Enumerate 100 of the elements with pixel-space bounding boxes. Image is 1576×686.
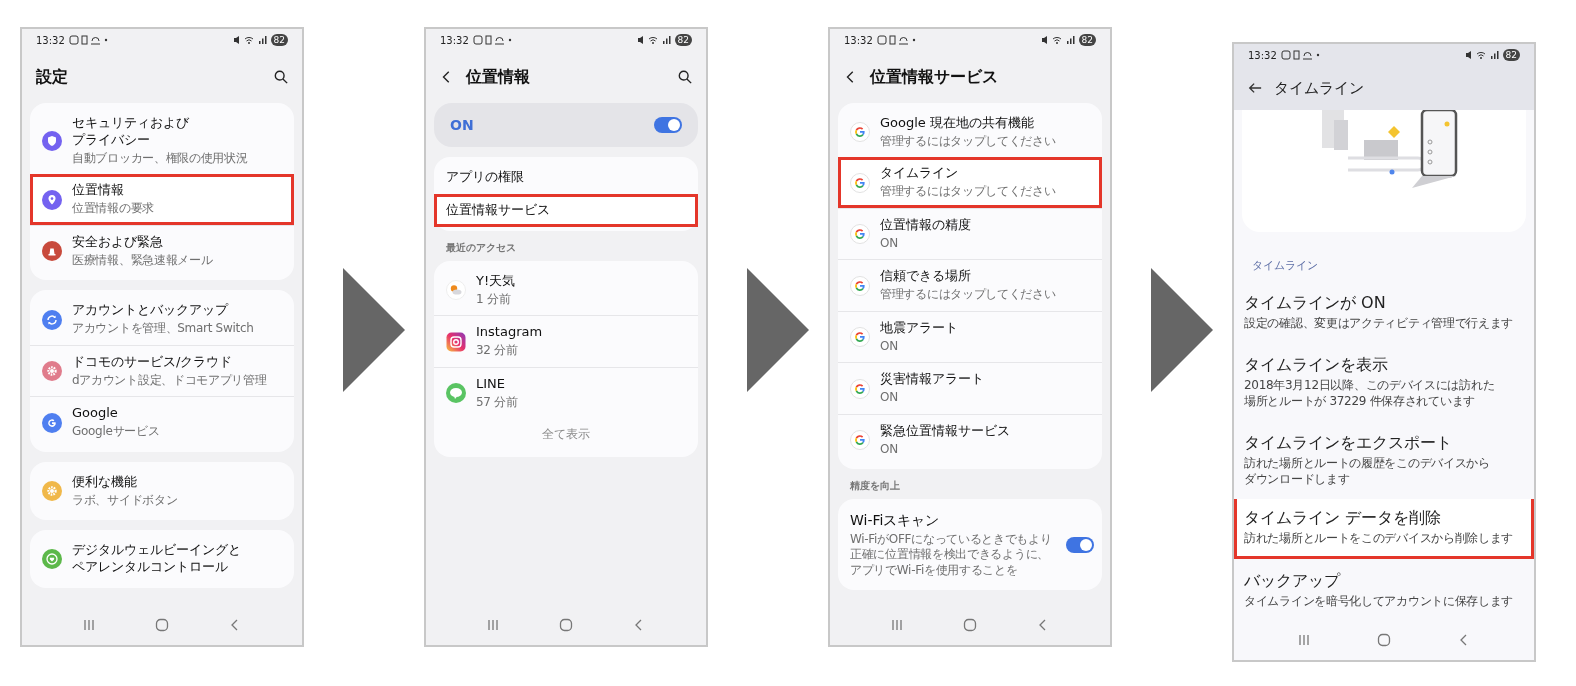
home-icon[interactable] [155,618,169,632]
item-title: タイムラインを表示 [1244,355,1389,377]
settings-item[interactable]: タイムライン データを削除 訪れた場所とルートをこのデバイスから削除します [1234,499,1534,559]
section-label: 精度を向上 [849,479,901,494]
settings-item[interactable]: 安全および緊急 医療情報、緊急速報メール [30,224,294,277]
section-label: タイムライン [1251,258,1319,274]
item-title: アカウントとバックアップ [72,302,230,320]
item-title: 緊急位置情報サービス [880,422,1010,440]
triangle-arrow-icon [343,268,405,392]
g-logo-icon [850,275,870,296]
settings-item[interactable]: Instagram 32 分前 [434,315,698,367]
item-subtitle: アカウントを管理、Smart Switch [72,321,254,337]
item-title: 信頼できる場所 [880,268,972,286]
toggle-switch[interactable] [654,117,682,133]
item-subtitle: ラボ、サイドボタン [72,492,178,509]
settings-item[interactable]: 位置情報サービス [434,193,698,227]
item-title: 安全および緊急 [72,233,164,251]
item-subtitle: 管理するにはタップしてください [880,184,1056,200]
settings-item[interactable]: Google Googleサービス [30,396,294,448]
item-subtitle: タイムラインを暗号化してアカウントに保存します [1244,593,1514,610]
item-title: Y!天気 [476,272,516,290]
item-title: Wi-Fiスキャン [850,511,941,530]
settings-item[interactable]: Y!天気 1 分前 [434,264,698,316]
notification-icons-drawing [472,35,513,45]
search-icon[interactable] [274,70,288,84]
recent-apps-icon[interactable] [81,618,96,632]
settings-item[interactable]: LINE 57 分前 [434,366,698,419]
back-arrow-icon[interactable] [1248,81,1262,95]
status-time: 13:32 [1248,49,1277,61]
battery-badge: 82 [1502,49,1520,61]
item-subtitle: dアカウント設定、ドコモアプリ管理 [72,372,267,389]
chat-bubble-icon [446,383,466,403]
settings-item[interactable]: アカウントとバックアップ アカウントを管理、Smart Switch [30,294,294,345]
status-icons-drawing [232,35,267,45]
recent-apps-icon[interactable] [485,618,500,632]
item-title: タイムライン データを削除 [1244,508,1443,530]
screen-title: タイムライン [1274,78,1364,98]
show-all-link[interactable]: 全て表示 [434,418,698,454]
search-icon[interactable] [678,70,692,84]
item-subtitle: ON [880,338,899,355]
settings-item[interactable]: デジタルウェルビーイングと ペアレンタルコントロール [30,534,294,585]
settings-item[interactable]: タイムライン 管理するにはタップしてください [838,157,1102,208]
item-title: 位置情報の精度 [880,216,971,234]
item-title: LINE [476,375,506,393]
settings-item[interactable]: タイムラインをエクスポート 訪れた場所とルートの履歴をこのデバイスから ダウンロードします [1234,421,1534,500]
item-subtitle: 医療情報、緊急速報メール [72,252,213,269]
camera-icon [446,331,466,352]
settings-item[interactable]: タイムラインを表示 2018年3月12日以降、このデバイスには訪れた 場所とルートが 37229 件保存されています [1234,343,1534,422]
settings-item[interactable]: アプリの権限 [434,161,698,194]
settings-item[interactable]: タイムラインが ON 設定の確認、変更はアクティビティ管理で行えます [1234,281,1534,344]
section-label: 最近のアクセス [445,240,517,255]
item-title: 位置情報 [72,182,125,200]
toggle-switch[interactable] [1066,536,1094,553]
recent-apps-icon[interactable] [889,618,904,632]
settings-item[interactable]: 緊急位置情報サービス ON [838,413,1102,466]
item-subtitle: ON [880,441,899,458]
item-subtitle: 設定の確認、変更はアクティビティ管理で行えます [1244,315,1514,332]
battery-badge: 82 [1078,34,1096,46]
item-title: ドコモのサービス/クラウド [72,353,234,371]
item-subtitle: 1 分前 [476,291,512,308]
item-title: 地震アラート [880,319,958,337]
notification-icons-drawing [876,35,917,45]
g-logo-icon [850,378,870,399]
item-title: タイムラインが ON [1244,293,1387,314]
status-time: 13:32 [844,34,873,46]
item-subtitle: ON [880,390,899,406]
status-time: 13:32 [440,34,469,46]
settings-item[interactable]: 地震アラート ON [838,310,1102,363]
status-icons-drawing [1040,35,1075,45]
item-subtitle: 訪れた場所とルートをこのデバイスから削除します [1244,531,1514,547]
home-icon[interactable] [963,618,977,632]
settings-item[interactable]: ドコモのサービス/クラウド dアカウント設定、ドコモアプリ管理 [30,344,294,397]
battery-badge: 82 [270,34,288,46]
item-subtitle: ON [880,235,899,252]
item-title: アプリの権限 [446,169,524,186]
settings-item[interactable]: 位置情報 位置情報の要求 [30,174,294,225]
item-description: Wi-FiがOFFになっているときでもより 正確に位置情報を検出できるように、 アプリでWi-Fiを使用することを [850,531,1052,579]
notification-icons-drawing [1280,50,1321,60]
recent-apps-icon[interactable] [1297,633,1311,647]
g-logo-icon [850,224,870,245]
screen-title: 設定 [36,66,68,88]
master-toggle-card[interactable]: ON [434,103,698,147]
screen-title: 位置情報 [466,66,530,88]
settings-item[interactable]: 災害情報アラート ON [838,362,1102,414]
settings-item[interactable]: バックアップ タイムラインを暗号化してアカウントに保存します [1234,558,1534,620]
settings-item[interactable]: セキュリティおよび プライバシー 自動ブロッカー、権限の使用状況 [30,107,294,175]
battery-badge: 82 [674,34,692,46]
status-time: 13:32 [36,34,65,46]
screen-title: 位置情報サービス [870,66,998,88]
home-icon[interactable] [1377,633,1391,647]
item-title: Instagram [476,324,543,342]
g-logo-icon [850,122,870,143]
settings-item[interactable]: 便利な機能 ラボ、サイドボタン [30,465,294,517]
item-title: タイムラインをエクスポート [1244,433,1453,455]
settings-item[interactable]: Google 現在地の共有機能 管理するにはタップしてください [838,107,1102,158]
notification-icons-drawing [68,35,109,45]
item-title: Google [72,405,119,423]
home-icon[interactable] [559,618,573,632]
settings-item[interactable]: 位置情報の精度 ON [838,207,1102,260]
settings-item[interactable]: 信頼できる場所 管理するにはタップしてください [838,259,1102,311]
